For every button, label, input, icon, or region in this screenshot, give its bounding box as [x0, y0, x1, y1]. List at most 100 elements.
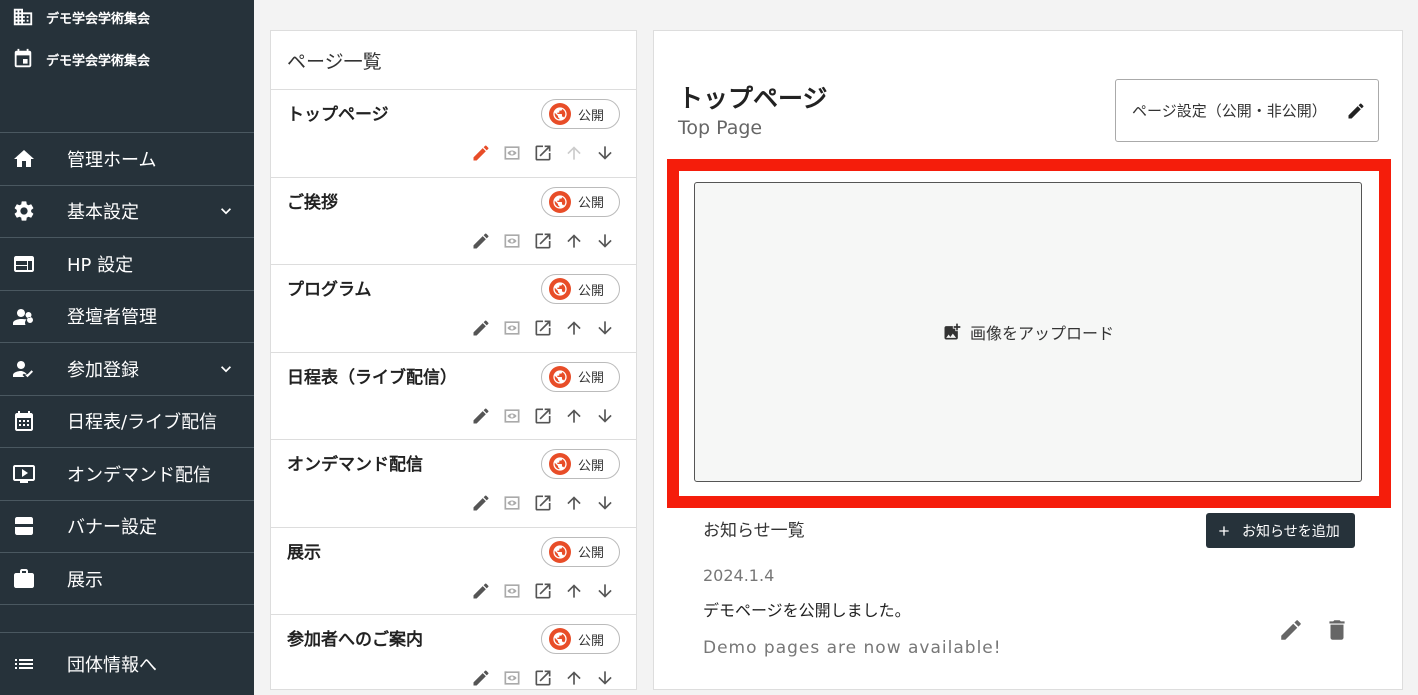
preview-icon[interactable]	[501, 492, 523, 514]
news-delete-button[interactable]	[1324, 617, 1350, 643]
open-external-icon[interactable]	[532, 142, 554, 164]
pencil-icon	[1281, 620, 1301, 640]
preview-icon[interactable]	[501, 317, 523, 339]
chevron-down-icon	[221, 208, 231, 215]
publish-status-chip[interactable]: 公開	[541, 449, 620, 479]
page-actions	[470, 230, 616, 252]
sidebar: デモ学会学術集会 デモ学会学術集会 管理ホーム 基本設定 HP 設定 登壇者管理…	[0, 0, 254, 695]
publish-status-chip[interactable]: 公開	[541, 361, 620, 392]
nav-item-on-demand[interactable]: オンデマンド配信	[0, 447, 254, 500]
org-row[interactable]: デモ学会学術集会	[0, 0, 254, 34]
publish-status-chip[interactable]: 公開	[541, 186, 620, 217]
event-name: デモ学会学術集会	[46, 53, 151, 69]
page-editor-panel: トップページ Top Page ページ設定（公開・非公開） 画像をアップロード …	[653, 30, 1403, 690]
edit-icon[interactable]	[470, 317, 492, 339]
page-list-panel: ページ一覧 トップページ 公開 ご挨拶 公開 プログラム 公開 日程表（ライブ配信） 公開 オン…	[270, 30, 637, 690]
publish-status-chip[interactable]: 公開	[541, 99, 620, 129]
add-news-label: お知らせを追加	[1242, 523, 1340, 540]
nav-item-exhibition[interactable]: 展示	[0, 552, 254, 605]
page-list-item[interactable]: オンデマンド配信 公開	[271, 440, 636, 528]
open-external-icon[interactable]	[532, 492, 554, 514]
preview-icon[interactable]	[501, 580, 523, 602]
preview-icon[interactable]	[501, 230, 523, 252]
open-external-icon[interactable]	[532, 405, 554, 427]
pencil-icon	[1348, 102, 1364, 118]
move-down-icon[interactable]	[594, 317, 616, 339]
page-list-item[interactable]: プログラム 公開	[271, 265, 636, 353]
add-photo-icon	[944, 323, 961, 340]
nav-label: 団体情報へ	[67, 655, 157, 676]
move-up-icon[interactable]	[563, 580, 585, 602]
publish-status-label: 公開	[578, 633, 605, 649]
move-down-icon[interactable]	[594, 492, 616, 514]
nav-label: 展示	[67, 569, 103, 591]
nav-item-banner[interactable]: バナー設定	[0, 499, 254, 553]
move-down-icon[interactable]	[594, 230, 616, 252]
nav-item-basic-settings[interactable]: 基本設定	[0, 184, 254, 238]
nav-item-speakers[interactable]: 登壇者管理	[0, 289, 254, 343]
event-row[interactable]: デモ学会学術集会	[0, 34, 254, 84]
move-up-icon[interactable]	[563, 492, 585, 514]
page-name: 参加者へのご案内	[287, 630, 423, 650]
move-down-icon[interactable]	[594, 405, 616, 427]
page-actions	[470, 667, 616, 689]
news-list-title: お知らせ一覧	[703, 521, 805, 541]
preview-icon[interactable]	[501, 667, 523, 689]
publish-status-label: 公開	[578, 458, 605, 474]
news-text-en: Demo pages are now available!	[703, 638, 1002, 658]
page-settings-label: ページ設定（公開・非公開）	[1132, 102, 1327, 120]
move-up-icon[interactable]	[563, 667, 585, 689]
move-up-icon[interactable]	[563, 230, 585, 252]
move-down-icon[interactable]	[594, 580, 616, 602]
publish-status-chip[interactable]: 公開	[541, 274, 620, 304]
page-list-title: ページ一覧	[271, 31, 636, 90]
page-subtitle: Top Page	[678, 117, 763, 139]
move-up-icon[interactable]	[563, 405, 585, 427]
move-down-icon[interactable]	[594, 667, 616, 689]
open-external-icon[interactable]	[532, 230, 554, 252]
edit-icon[interactable]	[470, 405, 492, 427]
news-date: 2024.1.4	[703, 566, 775, 585]
page-list-item[interactable]: 参加者へのご案内 公開	[271, 615, 636, 695]
preview-icon[interactable]	[501, 142, 523, 164]
move-down-icon[interactable]	[594, 142, 616, 164]
add-news-button[interactable]: お知らせを追加	[1206, 513, 1355, 548]
page-name: トップページ	[287, 105, 389, 125]
move-up-icon[interactable]	[563, 317, 585, 339]
page-list-item[interactable]: ご挨拶 公開	[271, 178, 636, 265]
edit-icon[interactable]	[470, 492, 492, 514]
news-edit-button[interactable]	[1278, 617, 1304, 643]
plus-icon	[1219, 525, 1229, 536]
page-settings-button[interactable]: ページ設定（公開・非公開）	[1115, 79, 1379, 142]
nav-item-home[interactable]: 管理ホーム	[0, 132, 254, 185]
org-name: デモ学会学術集会	[46, 11, 151, 27]
preview-icon[interactable]	[501, 405, 523, 427]
open-external-icon[interactable]	[532, 317, 554, 339]
page-list-item[interactable]: 展示 公開	[271, 528, 636, 615]
publish-status-chip[interactable]: 公開	[541, 624, 620, 654]
page-actions	[470, 405, 616, 427]
nav-item-organization[interactable]: 団体情報へ	[0, 632, 254, 695]
publish-status-label: 公開	[578, 108, 605, 124]
page-list-item[interactable]: 日程表（ライブ配信） 公開	[271, 353, 636, 440]
home-icon	[14, 149, 34, 167]
nav-label: 基本設定	[67, 202, 139, 224]
edit-icon[interactable]	[470, 230, 492, 252]
open-external-icon[interactable]	[532, 667, 554, 689]
list-icon	[15, 659, 33, 669]
nav-item-hp-settings[interactable]: HP 設定	[0, 237, 254, 290]
edit-icon[interactable]	[470, 667, 492, 689]
trash-icon	[1329, 620, 1345, 640]
publish-status-label: 公開	[578, 283, 605, 299]
edit-icon[interactable]	[470, 580, 492, 602]
image-upload-area[interactable]: 画像をアップロード	[694, 182, 1362, 482]
nav-item-registration[interactable]: 参加登録	[0, 342, 254, 395]
nav-item-schedule[interactable]: 日程表/ライブ配信	[0, 394, 254, 448]
nav-label: 参加登録	[67, 359, 139, 381]
calendar-icon	[15, 411, 33, 432]
page-list-item[interactable]: トップページ 公開	[271, 90, 636, 178]
publish-status-chip[interactable]: 公開	[541, 536, 620, 567]
open-external-icon[interactable]	[532, 580, 554, 602]
globe-icon	[549, 190, 571, 213]
edit-icon[interactable]	[470, 142, 492, 164]
